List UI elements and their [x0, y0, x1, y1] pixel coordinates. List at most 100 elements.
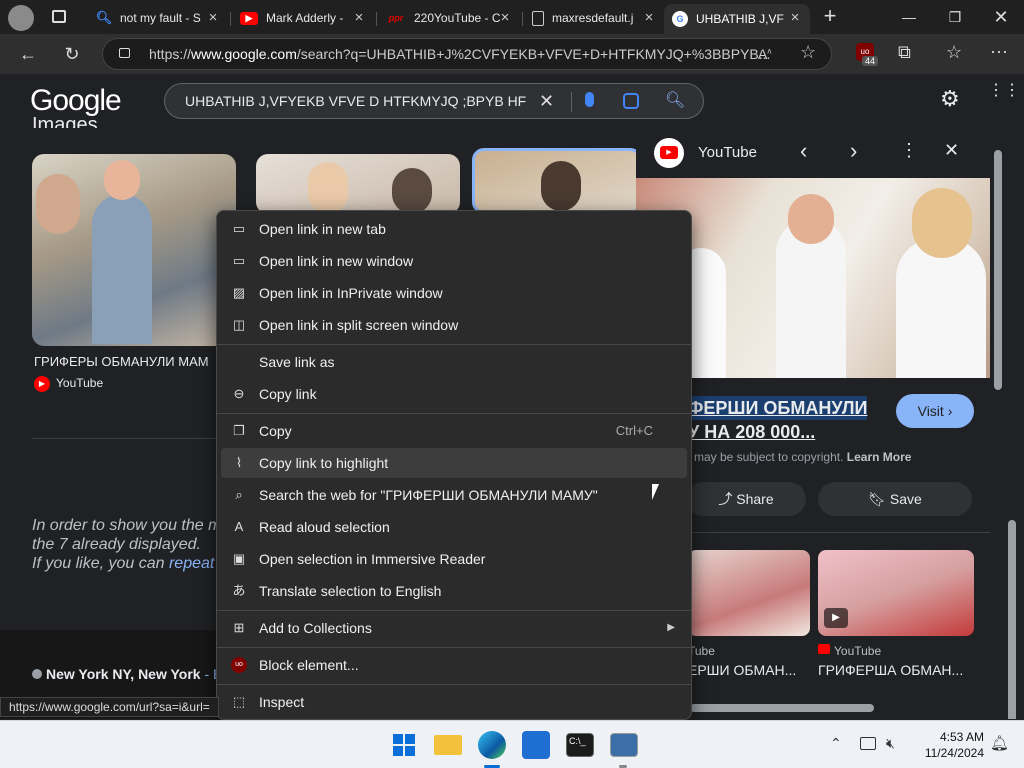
translate-icon: あ [232, 583, 246, 598]
profile-avatar[interactable] [8, 5, 34, 31]
close-tab-icon[interactable]: × [350, 9, 368, 27]
lens-search-icon[interactable] [623, 93, 639, 109]
google-search-input[interactable]: UHBATHIB J,VFYEKB VFVE D HTFKMYJQ ;BPYB … [164, 83, 704, 119]
clock[interactable]: 4:53 AM 11/24/2024 [912, 729, 984, 761]
voice-search-icon[interactable] [585, 92, 594, 107]
menu-item-open-inprivate[interactable]: ▨ Open link in InPrivate window [221, 278, 687, 308]
minimize-icon[interactable]: — [886, 0, 932, 34]
tab-actions-icon[interactable] [52, 10, 66, 23]
edge-browser-icon[interactable] [478, 731, 506, 759]
read-aloud-icon[interactable]: Aʌ [758, 46, 771, 62]
related-image-2[interactable]: ▶ [818, 550, 974, 636]
menu-item-add-to-collections[interactable]: ⊞ Add to Collections ▶ [221, 613, 687, 643]
tab-search[interactable]: 🔍︎ not my fault - S × [88, 4, 228, 32]
windows-taskbar: C:\_ ⌃ 🔇︎ 4:53 AM 11/24/2024 🔔︎ [0, 720, 1024, 768]
restore-icon[interactable]: ❐ [932, 0, 978, 34]
related-1-source: Tube [688, 644, 715, 658]
search-favicon-icon: 🔍︎ [95, 10, 113, 25]
menu-item-read-aloud[interactable]: A Read aloud selection [221, 512, 687, 542]
panel-scrollbar[interactable] [994, 132, 1002, 692]
more-menu-icon[interactable]: ··· [990, 41, 1008, 62]
show-hidden-icons-icon[interactable]: ⌃ [830, 735, 842, 752]
next-image-icon[interactable]: › [850, 138, 857, 164]
menu-item-copy[interactable]: ❐ Copy Ctrl+C [221, 416, 687, 446]
immersive-reader-icon: ▣ [232, 551, 246, 566]
start-button-icon[interactable] [390, 731, 418, 759]
extension-badge: 44 [862, 56, 879, 66]
clear-search-icon[interactable]: ✕ [539, 84, 554, 118]
settings-gear-icon[interactable]: ⚙ [940, 86, 960, 112]
split-screen-icon: ◫ [232, 317, 246, 332]
volume-muted-icon[interactable]: 🔇︎ [886, 735, 895, 752]
menu-item-translate[interactable]: あ Translate selection to English [221, 576, 687, 606]
related-image-1[interactable] [688, 550, 810, 636]
lock-icon[interactable] [119, 48, 130, 58]
favorite-star-icon[interactable]: ☆ [800, 42, 816, 63]
related-1-title[interactable]: ЕРШИ ОБМАН... [688, 662, 796, 678]
terminal-icon[interactable]: C:\_ [566, 733, 594, 757]
remote-desktop-icon[interactable] [610, 733, 638, 757]
related-2-title[interactable]: ГРИФЕРША ОБМАН... [818, 662, 963, 678]
save-button[interactable]: 🔖︎ Save [818, 482, 972, 516]
back-icon[interactable]: ← [14, 40, 42, 68]
menu-item-search-web[interactable]: ⌕ Search the web for "ГРИФЕРШИ ОБМАНУЛИ М… [221, 480, 687, 510]
close-panel-icon[interactable]: ✕ [944, 140, 959, 161]
youtube-logo-icon: ▶ [654, 138, 684, 168]
close-tab-icon[interactable]: × [640, 9, 658, 27]
extensions-icon[interactable]: ⧉ [898, 42, 911, 63]
tab-220youtube[interactable]: ppr 220YouTube - C × [378, 4, 520, 32]
horizontal-scrollbar[interactable] [690, 704, 874, 712]
close-tab-icon[interactable]: × [786, 9, 804, 27]
menu-item-inspect[interactable]: ⬚ Inspect [221, 687, 687, 717]
tab-youtube-mark[interactable]: ▶ Mark Adderly - × [232, 4, 374, 32]
notification-bell-icon[interactable]: 🔔︎ [990, 734, 1009, 752]
more-results-notice: In order to show you the m the 7 already… [32, 517, 222, 572]
repeat-search-link[interactable]: repeat [169, 555, 214, 572]
address-bar: ← ↻ https://www.google.com/search?q=UHBA… [0, 34, 1024, 74]
tab-google-active[interactable]: G UHBATHIB J,VF × [664, 4, 810, 34]
link-icon: ⊖ [233, 386, 245, 401]
file-explorer-icon[interactable] [434, 735, 462, 755]
microsoft-store-icon[interactable] [522, 731, 550, 759]
page-scrollbar[interactable] [1008, 132, 1016, 719]
menu-item-copy-link[interactable]: ⊖ Copy link [221, 379, 687, 409]
youtube-logo-icon [818, 644, 830, 654]
menu-item-immersive-reader[interactable]: ▣ Open selection in Immersive Reader [221, 544, 687, 574]
network-icon[interactable] [860, 737, 876, 750]
share-button[interactable]: ⤴ Share [686, 482, 806, 516]
menu-item-save-link-as[interactable]: Save link as [221, 347, 687, 377]
clock-time: 4:53 AM [939, 730, 984, 744]
apps-grid-icon[interactable]: ⋮⋮⋮ [988, 83, 1024, 99]
google-logo[interactable]: Google [30, 84, 122, 118]
menu-item-open-new-tab[interactable]: ▭ Open link in new tab [221, 214, 687, 244]
url-input[interactable]: https://www.google.com/search?q=UHBATHIB… [102, 38, 832, 70]
image-result-1[interactable] [32, 154, 236, 346]
ublock-icon: uo [231, 657, 247, 673]
learn-more-link[interactable]: Learn More [847, 450, 912, 464]
close-tab-icon[interactable]: × [204, 9, 222, 27]
panel-title[interactable]: ФЕРШИ ОБМАНУЛИ У НА 208 000... [688, 396, 868, 444]
menu-item-open-split-screen[interactable]: ◫ Open link in split screen window [221, 310, 687, 340]
visit-button[interactable]: Visit › [896, 394, 974, 428]
previous-image-icon[interactable]: ‹ [800, 138, 807, 164]
share-icon: ⤴ [718, 491, 733, 507]
inprivate-icon: ▨ [232, 285, 246, 300]
refresh-icon[interactable]: ↻ [58, 40, 86, 68]
image-result-1-title[interactable]: ГРИФЕРЫ ОБМАНУЛИ МАМ [34, 354, 209, 369]
close-window-icon[interactable]: ✕ [978, 0, 1024, 34]
new-tab-icon[interactable]: + [818, 5, 842, 29]
related-2-source: YouTube [834, 644, 882, 658]
close-tab-icon[interactable]: × [496, 9, 514, 27]
search-submit-icon[interactable]: 🔍︎ [665, 84, 685, 118]
collections-icon: ⊞ [233, 620, 245, 635]
menu-item-copy-link-to-highlight[interactable]: ⌇ Copy link to highlight [221, 448, 687, 478]
tab-label: not my fault - S [120, 11, 201, 25]
menu-item-block-element[interactable]: uo Block element... [221, 650, 687, 680]
more-options-icon[interactable]: ⋮ [900, 140, 918, 161]
image-result-3-selected[interactable] [472, 148, 642, 214]
image-result-2[interactable] [256, 154, 460, 214]
favorites-icon[interactable]: ☆ [946, 42, 962, 63]
panel-source[interactable]: YouTube [698, 144, 757, 161]
tab-maxresdefault[interactable]: maxresdefault.j × [524, 4, 664, 32]
menu-item-open-new-window[interactable]: ▭ Open link in new window [221, 246, 687, 276]
